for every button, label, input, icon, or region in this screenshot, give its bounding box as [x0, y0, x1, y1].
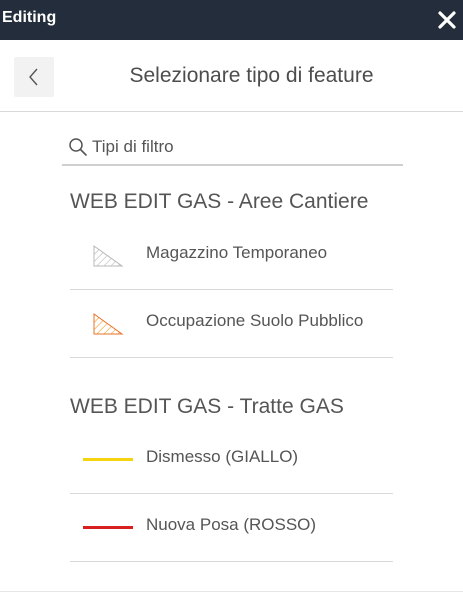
window-title: Editing	[2, 9, 57, 26]
close-icon[interactable]	[437, 10, 457, 30]
feature-type-occupazione-suolo-pubblico[interactable]: Occupazione Suolo Pubblico	[70, 290, 393, 358]
yellow-line-icon	[83, 458, 133, 461]
filter-input[interactable]	[92, 136, 392, 158]
divider	[0, 591, 463, 592]
feature-type-label: Magazzino Temporaneo	[146, 243, 328, 262]
hatched-polygon-icon	[92, 242, 124, 275]
group-title-tratte-gas: WEB EDIT GAS - Tratte GAS	[70, 395, 344, 418]
group-title-aree-cantiere: WEB EDIT GAS - Aree Cantiere	[70, 190, 369, 213]
feature-type-label: Dismesso (GIALLO)	[146, 447, 299, 466]
title-bar: Editing	[0, 0, 463, 40]
feature-type-label: Nuova Posa (ROSSO)	[146, 515, 317, 534]
search-icon	[68, 137, 88, 162]
red-line-icon	[83, 526, 133, 529]
feature-type-label: Occupazione Suolo Pubblico	[146, 311, 364, 330]
feature-type-dismesso-giallo[interactable]: Dismesso (GIALLO)	[70, 426, 393, 494]
feature-type-magazzino-temporaneo[interactable]: Magazzino Temporaneo	[70, 222, 393, 290]
hatched-polygon-icon	[92, 310, 124, 343]
feature-type-nuova-posa-rosso[interactable]: Nuova Posa (ROSSO)	[70, 494, 393, 562]
filter-search	[62, 130, 403, 166]
panel-header: Selezionare tipo di feature	[0, 40, 463, 112]
page-title: Selezionare tipo di feature	[129, 64, 374, 87]
